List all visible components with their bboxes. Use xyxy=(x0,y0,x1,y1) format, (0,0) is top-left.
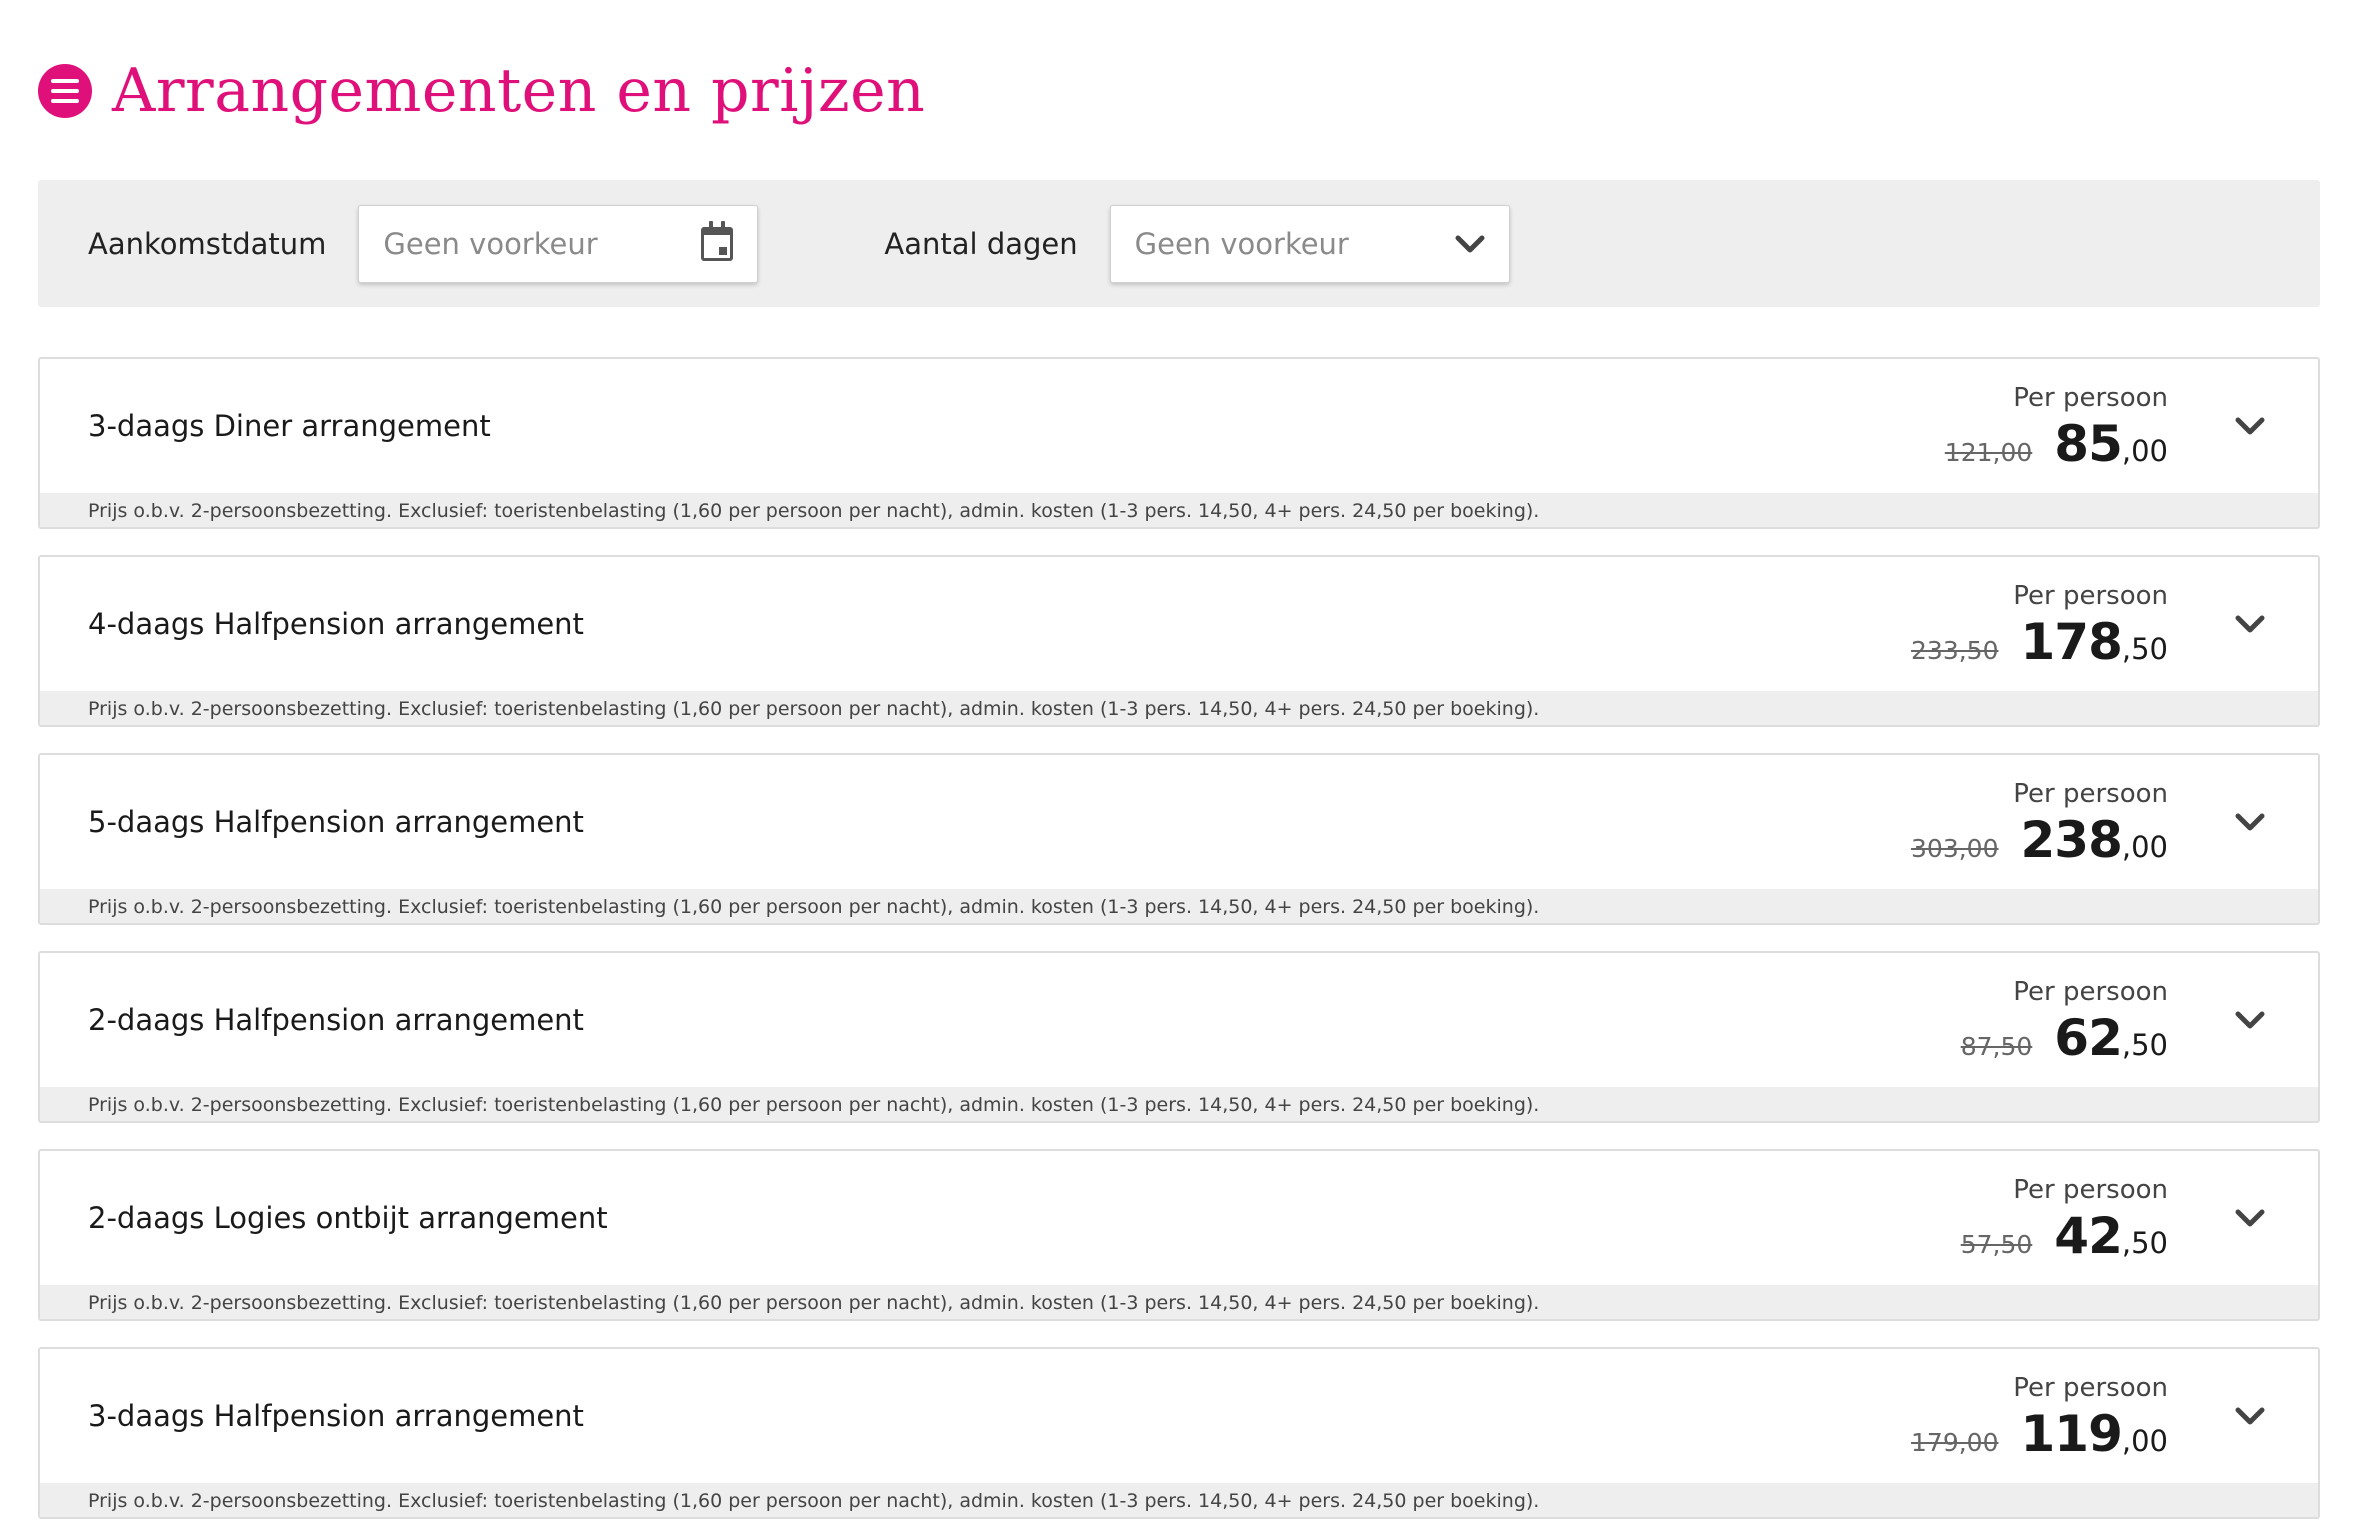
package-name: 3-daags Halfpension arrangement xyxy=(88,1399,584,1433)
page-title: Arrangementen en prijzen xyxy=(112,56,926,126)
price-block: Per persoon 87,50 62 ,50 xyxy=(1961,977,2168,1067)
expand-button[interactable] xyxy=(2230,1198,2270,1238)
price-decimals: ,00 xyxy=(2121,1424,2168,1458)
price-integer: 85 xyxy=(2054,415,2123,473)
chevron-down-icon[interactable] xyxy=(2235,411,2265,441)
per-person-label: Per persoon xyxy=(2013,1373,2168,1403)
price-row: 87,50 62 ,50 xyxy=(1961,1009,2168,1067)
package-card[interactable]: 2-daags Logies ontbijt arrangement Per p… xyxy=(38,1149,2320,1321)
price-decimals: ,00 xyxy=(2121,434,2168,468)
price-block: Per persoon 57,50 42 ,50 xyxy=(1961,1175,2168,1265)
package-note: Prijs o.b.v. 2-persoonsbezetting. Exclus… xyxy=(40,1087,2318,1121)
days-select-value: Geen voorkeur xyxy=(1134,226,1349,261)
arrival-label: Aankomstdatum xyxy=(88,226,327,261)
package-card[interactable]: 2-daags Halfpension arrangement Per pers… xyxy=(38,951,2320,1123)
expand-button[interactable] xyxy=(2230,1000,2270,1040)
package-card[interactable]: 3-daags Diner arrangement Per persoon 12… xyxy=(38,357,2320,529)
chevron-down-icon[interactable] xyxy=(2235,609,2265,639)
price-row: 121,00 85 ,00 xyxy=(1945,415,2168,473)
old-price: 87,50 xyxy=(1960,1032,2033,1061)
price-row: 57,50 42 ,50 xyxy=(1961,1207,2168,1265)
package-note: Prijs o.b.v. 2-persoonsbezetting. Exclus… xyxy=(40,1483,2318,1517)
price-row: 179,00 119 ,00 xyxy=(1911,1405,2168,1463)
arrival-filter: Aankomstdatum Geen voorkeur xyxy=(88,204,759,283)
package-note: Prijs o.b.v. 2-persoonsbezetting. Exclus… xyxy=(40,691,2318,725)
package-name: 2-daags Halfpension arrangement xyxy=(88,1003,584,1037)
filter-bar: Aankomstdatum Geen voorkeur Aantal dagen… xyxy=(38,180,2320,307)
package-header[interactable]: 3-daags Halfpension arrangement Per pers… xyxy=(40,1349,2318,1483)
expand-button[interactable] xyxy=(2230,1396,2270,1436)
old-price: 57,50 xyxy=(1960,1230,2033,1259)
package-header[interactable]: 5-daags Halfpension arrangement Per pers… xyxy=(40,755,2318,889)
days-label: Aantal dagen xyxy=(884,226,1078,261)
page: Arrangementen en prijzen Aankomstdatum G… xyxy=(0,0,2358,1538)
old-price: 121,00 xyxy=(1944,438,2033,467)
package-name: 2-daags Logies ontbijt arrangement xyxy=(88,1201,608,1235)
price-block: Per persoon 233,50 178 ,50 xyxy=(1911,581,2168,671)
price-integer: 119 xyxy=(2020,1405,2123,1463)
menu-icon[interactable] xyxy=(38,64,92,118)
chevron-down-icon[interactable] xyxy=(2235,1005,2265,1035)
per-person-label: Per persoon xyxy=(2013,383,2168,413)
per-person-label: Per persoon xyxy=(2013,581,2168,611)
price-integer: 62 xyxy=(2054,1009,2123,1067)
package-name: 4-daags Halfpension arrangement xyxy=(88,607,584,641)
chevron-down-icon[interactable] xyxy=(2235,807,2265,837)
package-note: Prijs o.b.v. 2-persoonsbezetting. Exclus… xyxy=(40,889,2318,923)
arrival-date-input[interactable]: Geen voorkeur xyxy=(358,204,759,283)
package-header[interactable]: 2-daags Logies ontbijt arrangement Per p… xyxy=(40,1151,2318,1285)
price-row: 233,50 178 ,50 xyxy=(1911,613,2168,671)
price-integer: 178 xyxy=(2020,613,2123,671)
per-person-label: Per persoon xyxy=(2013,1175,2168,1205)
package-note: Prijs o.b.v. 2-persoonsbezetting. Exclus… xyxy=(40,493,2318,527)
price-decimals: ,50 xyxy=(2121,632,2168,666)
calendar-icon[interactable] xyxy=(701,220,734,261)
price-decimals: ,00 xyxy=(2121,830,2168,864)
package-name: 5-daags Halfpension arrangement xyxy=(88,805,584,839)
old-price: 233,50 xyxy=(1911,636,1999,665)
price-block: Per persoon 179,00 119 ,00 xyxy=(1911,1373,2168,1463)
price-integer: 42 xyxy=(2054,1207,2123,1265)
expand-button[interactable] xyxy=(2230,802,2270,842)
chevron-down-icon[interactable] xyxy=(1455,229,1485,259)
package-card[interactable]: 5-daags Halfpension arrangement Per pers… xyxy=(38,753,2320,925)
price-row: 303,00 238 ,00 xyxy=(1911,811,2168,869)
old-price: 303,00 xyxy=(1911,834,1999,863)
per-person-label: Per persoon xyxy=(2013,977,2168,1007)
package-note: Prijs o.b.v. 2-persoonsbezetting. Exclus… xyxy=(40,1285,2318,1319)
expand-button[interactable] xyxy=(2230,604,2270,644)
arrival-date-value: Geen voorkeur xyxy=(383,226,598,261)
days-filter: Aantal dagen Geen voorkeur xyxy=(884,204,1510,283)
days-select[interactable]: Geen voorkeur xyxy=(1109,204,1510,283)
price-integer: 238 xyxy=(2020,811,2123,869)
price-decimals: ,50 xyxy=(2121,1028,2168,1062)
per-person-label: Per persoon xyxy=(2013,779,2168,809)
package-card[interactable]: 4-daags Halfpension arrangement Per pers… xyxy=(38,555,2320,727)
chevron-down-icon[interactable] xyxy=(2235,1203,2265,1233)
price-block: Per persoon 303,00 238 ,00 xyxy=(1911,779,2168,869)
chevron-down-icon[interactable] xyxy=(2235,1401,2265,1431)
package-card[interactable]: 3-daags Halfpension arrangement Per pers… xyxy=(38,1347,2320,1519)
package-header[interactable]: 3-daags Diner arrangement Per persoon 12… xyxy=(40,359,2318,493)
old-price: 179,00 xyxy=(1911,1428,1999,1457)
page-header: Arrangementen en prijzen xyxy=(38,0,2320,180)
package-list: 3-daags Diner arrangement Per persoon 12… xyxy=(38,357,2320,1519)
price-block: Per persoon 121,00 85 ,00 xyxy=(1945,383,2168,473)
package-header[interactable]: 2-daags Halfpension arrangement Per pers… xyxy=(40,953,2318,1087)
expand-button[interactable] xyxy=(2230,406,2270,446)
price-decimals: ,50 xyxy=(2121,1226,2168,1260)
package-header[interactable]: 4-daags Halfpension arrangement Per pers… xyxy=(40,557,2318,691)
package-name: 3-daags Diner arrangement xyxy=(88,409,491,443)
